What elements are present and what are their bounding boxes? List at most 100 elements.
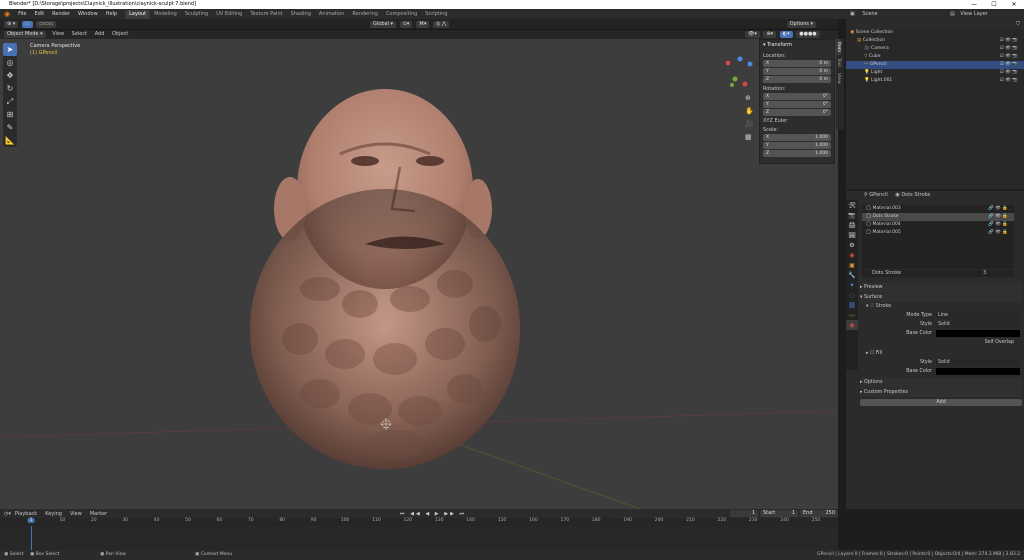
marker-menu[interactable]: Marker [86, 511, 111, 517]
mode-dropdown[interactable]: Object Mode ▾ [4, 31, 46, 38]
select-menu[interactable]: Select [69, 31, 90, 37]
stroke-subpanel[interactable]: ▾ ☑ Stroke [860, 302, 1022, 311]
camera-icon[interactable]: 📷 [1012, 78, 1018, 83]
lock-eye-icons[interactable]: 🔗 👁 🔒 [988, 213, 1008, 221]
measure-tool[interactable]: 📐 [3, 134, 17, 147]
lock-eye-icons[interactable]: 🔗 👁 🔒 [988, 205, 1008, 213]
timeline-view-menu[interactable]: View [66, 511, 86, 517]
proportional-edit-button[interactable]: ◎ ⋀ [433, 21, 450, 28]
frame-ruler[interactable]: 1 10 20 30 40 50 60 70 80 90 100 110 120 130 140 150 160… [0, 518, 838, 526]
workspace-tab-rendering[interactable]: Rendering [348, 10, 382, 19]
material-tab-icon[interactable]: ◉ [846, 320, 858, 330]
object-menu[interactable]: Object [109, 31, 131, 37]
material-slot[interactable]: ◯ Material.004 🔗 👁 🔒 [862, 221, 1014, 229]
pivot-button[interactable]: ⊙▾ [399, 21, 413, 28]
visibility-toggle[interactable]: ☑ 👁 📷 [1000, 77, 1018, 85]
select-tool-button[interactable]: ▭ [21, 21, 33, 28]
outliner-item-light-001[interactable]: 💡 Light.001 ☑ 👁 📷 [846, 77, 1024, 85]
rotation-mode-dropdown[interactable]: XYZ Euler [763, 118, 831, 124]
transform-tool[interactable]: ⊞ [3, 108, 17, 121]
workspace-tab-sculpting[interactable]: Sculpting [181, 10, 212, 19]
sidebar-tab-view[interactable]: View [836, 70, 841, 87]
3d-viewport[interactable]: ⊕ ✋ 🎥 ▦ Camera Perspective (1) GPencil [0, 39, 838, 509]
view-menu[interactable]: View [49, 31, 67, 37]
menu-help[interactable]: Help [102, 11, 121, 17]
navigation-gizmo[interactable] [725, 56, 753, 88]
timeline-editor-icon[interactable]: ◷▾ [4, 511, 11, 517]
workspace-tab-scripting[interactable]: Scripting [421, 10, 451, 19]
editor-type-button[interactable]: ⊕ ▾ [4, 21, 19, 28]
fill-base-color-swatch[interactable] [936, 368, 1020, 375]
render-tab-icon[interactable]: 📷 [846, 210, 858, 220]
snap-button[interactable]: ⌘▾ [415, 21, 430, 28]
workspace-tab-shading[interactable]: Shading [287, 10, 315, 19]
shader-fx-tab-icon[interactable]: ✦ [846, 280, 858, 290]
material-slot[interactable]: ◯ Material.003 🔗 👁 🔒 [862, 205, 1014, 213]
rotation-z-field[interactable]: Z 0° [763, 109, 831, 116]
visibility-toggle[interactable]: ☑ 👁 📷 [1000, 61, 1018, 69]
outliner-item-camera[interactable]: 🎥 Camera ☑ 👁 📷 [846, 45, 1024, 53]
overlay-button[interactable]: ◐▾ [779, 31, 793, 38]
material-slot[interactable]: ◯ Material.005 🔗 👁 🔒 [862, 229, 1014, 237]
rotate-tool[interactable]: ↻ [3, 82, 17, 95]
blender-logo-icon[interactable]: ◉ [0, 10, 14, 18]
options-dropdown[interactable]: Options ▾ [786, 21, 816, 28]
keyframe-area[interactable] [0, 526, 838, 550]
rotation-x-field[interactable]: X 0° [763, 93, 831, 100]
visibility-toggle[interactable]: ☑ 👁 📷 [1000, 69, 1018, 77]
scene-selector[interactable]: Scene [862, 11, 877, 17]
scale-z-field[interactable]: Z 1.000 [763, 150, 831, 157]
sidebar-tab-tool[interactable]: Tool [836, 55, 841, 70]
camera-icon[interactable]: 📷 [1012, 54, 1018, 59]
workspace-tab-animation[interactable]: Animation [315, 10, 349, 19]
self-overlap-checkbox[interactable]: Self Overlap [985, 338, 1014, 347]
sculpt-head[interactable] [250, 89, 520, 469]
lock-eye-icons[interactable]: 🔗 👁 🔒 [988, 221, 1008, 229]
start-frame-field[interactable]: Start 1 [760, 510, 798, 517]
scale-x-field[interactable]: X 1.000 [763, 134, 831, 141]
keying-menu[interactable]: Keying [41, 511, 66, 517]
transform-orientation-dropdown[interactable]: Global ▾ [370, 21, 397, 28]
scale-tool[interactable]: ⤢ [3, 95, 17, 108]
outliner-item-cube[interactable]: ▽ Cube ☑ 👁 📷 [846, 53, 1024, 61]
preview-panel[interactable]: ▸ Preview [860, 283, 1022, 292]
view-layer-tab-icon[interactable]: 🖼 [846, 230, 858, 240]
base-color-swatch[interactable] [936, 330, 1020, 337]
add-menu[interactable]: Add [92, 31, 108, 37]
outliner-item-light[interactable]: 💡 Light ☑ 👁 📷 [846, 69, 1024, 77]
menu-window[interactable]: Window [74, 11, 102, 17]
playhead[interactable] [31, 526, 32, 550]
select-box-tool[interactable]: ➤ [3, 43, 17, 56]
location-z-field[interactable]: Z 0 m [763, 76, 831, 83]
material-name-field[interactable]: Dots Stroke 3 [862, 270, 1014, 277]
fill-subpanel[interactable]: ▸ ☐ Fill [860, 349, 1022, 358]
menu-file[interactable]: File [14, 11, 30, 17]
workspace-tab-texture-paint[interactable]: Texture Paint [246, 10, 286, 19]
visibility-toggle[interactable]: ☑ 👁 📷 [1000, 45, 1018, 53]
workspace-tab-uv-editing[interactable]: UV Editing [212, 10, 246, 19]
modifier-tab-icon[interactable]: 🔧 [846, 270, 858, 280]
annotate-tool[interactable]: ✎ [3, 121, 17, 134]
material-slot-list[interactable]: ◯ Material.003 🔗 👁 🔒 ◯ Dots Stroke 🔗 👁 🔒 ◯ M… [862, 205, 1014, 269]
view-layer-selector[interactable]: View Layer [960, 11, 987, 17]
minimize-button[interactable]: — [964, 0, 984, 9]
playback-controls[interactable]: ⏮ ◀◀ ◀ ▶ ▶▶ ⏭ [400, 511, 466, 517]
lock-eye-icons[interactable]: 🔗 👁 🔒 [988, 229, 1008, 237]
end-frame-field[interactable]: End 250 [800, 510, 838, 517]
mode-type-dropdown[interactable]: Line [936, 312, 1020, 319]
workspace-tab-layout[interactable]: Layout [125, 9, 151, 19]
close-button[interactable]: ✕ [1004, 0, 1024, 9]
options-panel[interactable]: ▸ Options [860, 378, 1022, 387]
world-tab-icon[interactable]: ◉ [846, 250, 858, 260]
output-tab-icon[interactable]: 🖨 [846, 220, 858, 230]
maximize-button[interactable]: ☐ [984, 0, 1004, 9]
outliner-item-scene-collection[interactable]: ▣ Scene Collection [846, 29, 1024, 37]
add-button[interactable]: Add [860, 399, 1022, 406]
visibility-toggle[interactable]: ☑ 👁 📷 [1000, 53, 1018, 61]
select-mode-button[interactable]: ▭▭▭ [36, 21, 57, 28]
location-y-field[interactable]: Y 0 m [763, 68, 831, 75]
menu-edit[interactable]: Edit [30, 11, 48, 17]
visibility-button[interactable]: 👁▾ [745, 31, 760, 38]
scale-y-field[interactable]: Y 1.000 [763, 142, 831, 149]
workspace-tab-compositing[interactable]: Compositing [382, 10, 421, 19]
